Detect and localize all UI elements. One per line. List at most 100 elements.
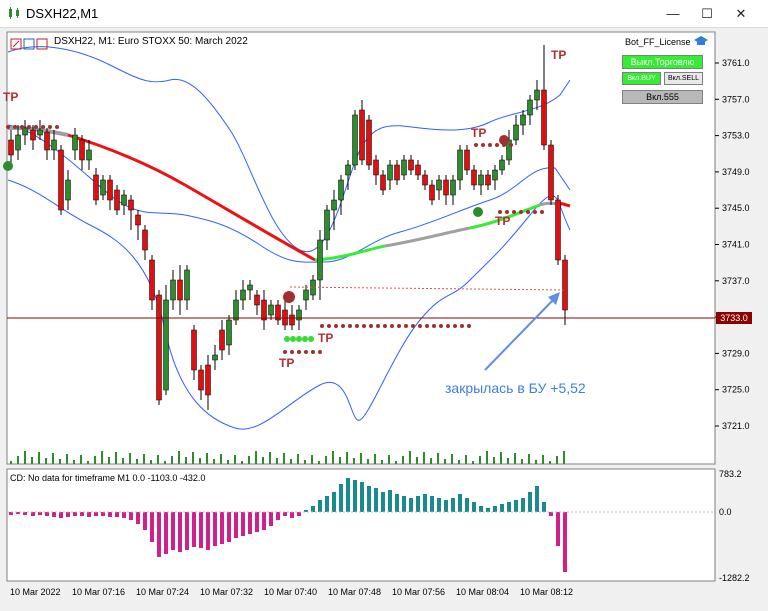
volume-bar <box>423 452 425 464</box>
signal-marker <box>473 207 483 217</box>
volume-bar <box>94 456 96 464</box>
histogram-bar <box>248 512 252 534</box>
candle-body <box>485 174 491 186</box>
histogram-bar <box>178 512 182 552</box>
histogram-bar <box>409 498 413 512</box>
volume-bar <box>269 452 271 464</box>
candle-body <box>58 149 64 211</box>
minimize-button[interactable]: — <box>656 0 690 27</box>
x-tick: 10 Mar 07:24 <box>136 587 190 597</box>
main-chart-svg[interactable]: 3761.0 3757.0 3753.0 3749.0 3745.0 3741.0 3737… <box>0 28 768 611</box>
candle-body <box>541 89 547 146</box>
histogram-bar <box>402 496 406 512</box>
x-tick: 10 Mar 07:48 <box>328 587 382 597</box>
candle-body <box>499 159 505 171</box>
volume-bar <box>395 461 397 464</box>
buy-on-button[interactable]: Вкл.BUY <box>622 72 661 85</box>
volume-bar <box>206 453 208 464</box>
histogram-bar <box>171 512 175 550</box>
signal-dot <box>362 324 366 328</box>
signal-dot <box>369 324 373 328</box>
volume-bar <box>507 458 509 464</box>
signal-dot <box>383 324 387 328</box>
close-button[interactable]: ✕ <box>724 0 758 27</box>
volume-bar <box>66 454 68 464</box>
volume-bar <box>178 451 180 464</box>
histogram-bar <box>318 500 322 512</box>
volume-bar <box>248 456 250 464</box>
candle-body <box>135 214 141 226</box>
tp-label: TP <box>279 356 295 370</box>
candle-body <box>520 114 526 126</box>
signal-dot <box>411 324 415 328</box>
candle-body <box>380 174 386 191</box>
volume-bar <box>297 454 299 464</box>
candle-body <box>338 179 344 201</box>
x-tick: 10 Mar 07:56 <box>392 587 446 597</box>
signal-dot <box>41 125 45 129</box>
candle-body <box>184 269 190 301</box>
candle-body <box>457 149 463 181</box>
sell-on-button[interactable]: Вкл.SELL <box>664 72 703 85</box>
candle-body <box>142 229 148 251</box>
signal-dot <box>48 125 52 129</box>
volume-bar <box>563 451 565 464</box>
candle-body <box>345 164 351 176</box>
volume-bar <box>101 451 103 464</box>
histogram-bar <box>535 486 539 512</box>
volume-bar <box>38 452 40 464</box>
license-label: Bot_FF_License <box>625 37 691 47</box>
histogram-bar <box>360 482 364 512</box>
signal-dot <box>453 324 457 328</box>
signal-dot <box>460 324 464 328</box>
histogram-bar <box>192 512 196 547</box>
volume-bar <box>444 459 446 464</box>
volume-bar <box>458 460 460 464</box>
x-tick: 10 Mar 07:40 <box>264 587 318 597</box>
volume-bar <box>325 456 327 464</box>
histogram-bar <box>199 512 203 548</box>
volume-bar <box>73 460 75 464</box>
signal-dot <box>425 324 429 328</box>
signal-dot <box>297 350 301 354</box>
signal-dot <box>6 125 10 129</box>
signal-dot <box>318 350 322 354</box>
candle-body <box>408 159 414 171</box>
histogram-bar <box>136 512 140 524</box>
volume-bar <box>451 454 453 464</box>
volume-bar <box>318 461 320 464</box>
histogram-bar <box>311 506 315 512</box>
candle-body <box>149 259 155 301</box>
candle-body <box>121 194 127 206</box>
signal-dot <box>418 324 422 328</box>
histogram-bar <box>108 512 112 517</box>
signal-dot <box>533 210 537 214</box>
candle-body <box>240 289 246 301</box>
histogram-bar <box>164 512 168 554</box>
volume-bar <box>192 452 194 464</box>
price-axis-tick: 3729.0 <box>722 348 750 358</box>
candle-body <box>65 179 71 201</box>
signal-marker <box>499 135 509 145</box>
volume-bar <box>136 459 138 464</box>
mode-555-button[interactable]: Вкл.555 <box>622 90 703 104</box>
candle-body <box>30 129 36 141</box>
candle-body <box>415 164 421 176</box>
histogram-bar <box>59 512 63 518</box>
histogram-bar <box>73 512 77 516</box>
maximize-button[interactable]: ☐ <box>690 0 724 27</box>
volume-bar <box>80 455 82 464</box>
signal-dot <box>509 143 513 147</box>
price-axis-tick: 3721.0 <box>722 421 750 431</box>
volume-bar <box>402 456 404 464</box>
volume-bar <box>45 458 47 464</box>
price-axis-tick: 3745.0 <box>722 203 750 213</box>
candle-body <box>86 149 92 161</box>
trade-off-button[interactable]: Выкл.Торговлю <box>622 55 703 69</box>
volume-bar <box>115 452 117 464</box>
signal-dot <box>341 324 345 328</box>
volume-bar <box>150 460 152 464</box>
tp-label: TP <box>495 214 511 228</box>
histogram-bar <box>556 512 560 546</box>
indicator-ytick: -1282.2 <box>719 573 750 583</box>
